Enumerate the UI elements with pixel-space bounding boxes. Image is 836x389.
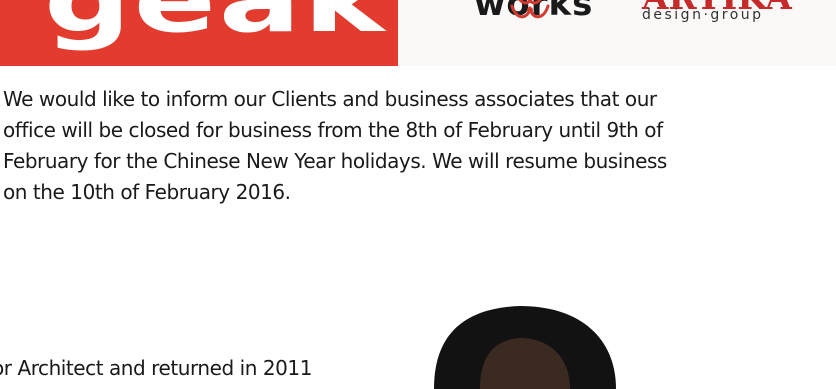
bio-text-fragment: or Architect and returned in 2011 [0, 356, 312, 380]
closure-notice: We would like to inform our Clients and … [3, 84, 836, 208]
notice-line: We would like to inform our Clients and … [3, 87, 657, 111]
notice-line: on the 10th of February 2016. [3, 180, 291, 204]
notice-line: office will be closed for business from … [3, 118, 663, 142]
portrait-photo [434, 306, 616, 389]
logo-subtitle: design·group [642, 7, 764, 23]
banner-right-logo: works ARTIKA design·group [398, 0, 836, 66]
banner-left-logo-text: geak [44, 0, 387, 53]
notice-line: February for the Chinese New Year holida… [3, 149, 667, 173]
banner-left-logo: geak [0, 0, 398, 66]
flower-ornament-icon [510, 0, 550, 19]
bio-text-cutoff [4, 385, 394, 389]
